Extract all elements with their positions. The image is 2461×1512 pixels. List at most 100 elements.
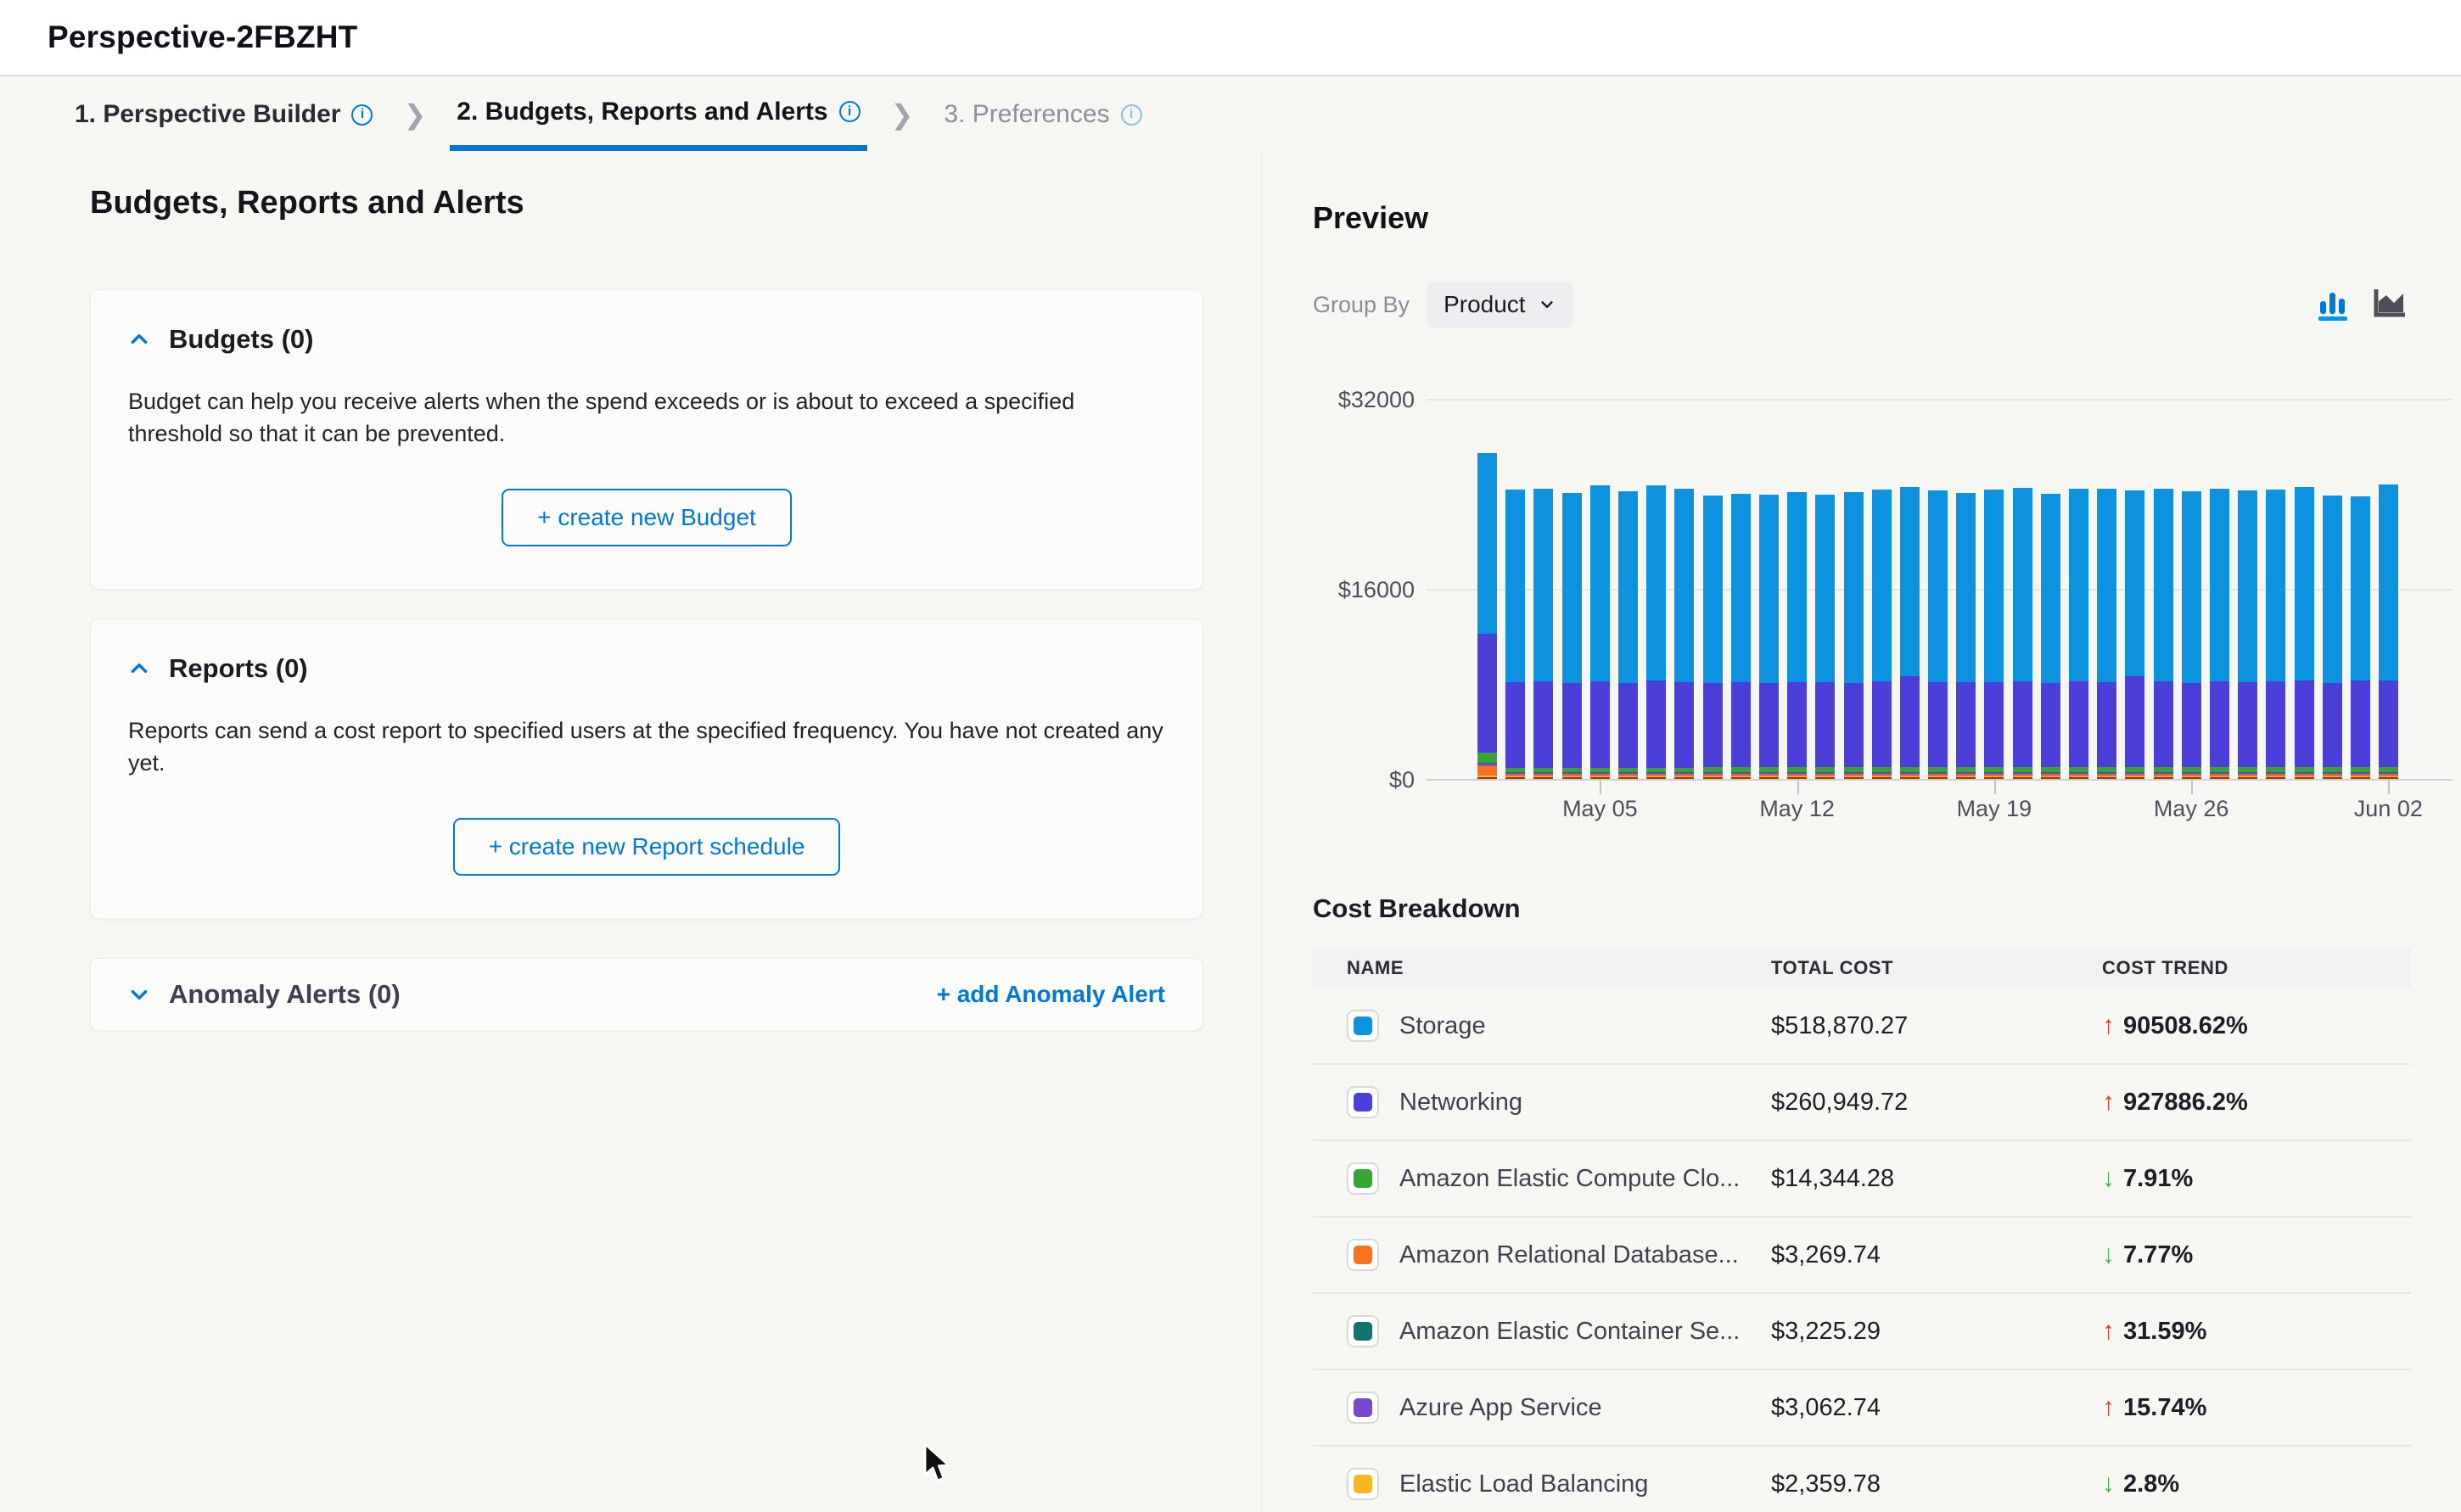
bar-may-04 (1558, 399, 1586, 779)
bar-segment (1787, 682, 1807, 768)
bar-segment (1815, 777, 1835, 779)
bar-segment (1956, 682, 1976, 767)
step-perspective-builder[interactable]: 1. Perspective Builder i (68, 78, 379, 151)
row-cost-trend: ↑90508.62% (2102, 1011, 2411, 1040)
bar-chart-icon[interactable] (2317, 288, 2352, 322)
table-row: Elastic Load Balancing$2,359.78↓2.8% (1313, 1447, 2411, 1512)
bar-segment (1477, 634, 1497, 753)
bar-segment (1928, 777, 1948, 779)
bar-segment (2351, 777, 2370, 779)
name-cell: Networking (1347, 1086, 1771, 1118)
trend-value: 927886.2% (2123, 1089, 2248, 1117)
bar-may-29 (2262, 399, 2290, 779)
bar-segment (1731, 682, 1751, 767)
bar-segment (2182, 491, 2201, 682)
reports-description: Reports can send a cost report to specif… (128, 714, 1165, 779)
bar-segment (2351, 680, 2370, 767)
cost-chart: $32000 $16000 $0 May 05May 12May 19May 2… (1313, 367, 2461, 837)
bar-segment (2295, 487, 2314, 680)
bar-segment (1844, 777, 1864, 779)
trend-up-arrow-icon: ↑ (2102, 1393, 2115, 1422)
step-budgets-reports-alerts[interactable]: 2. Budgets, Reports and Alerts i (450, 78, 866, 151)
groupby-value: Product (1444, 291, 1526, 318)
bar-segment (1618, 491, 1638, 682)
x-axis-tick (1797, 781, 1799, 794)
bar-segment (2097, 777, 2116, 779)
bar-segment (1562, 493, 1582, 683)
table-row: Amazon Elastic Compute Clo...$14,344.28↓… (1313, 1141, 2411, 1218)
bar-segment (1477, 753, 1497, 764)
table-row: Amazon Relational Database...$3,269.74↓7… (1313, 1218, 2411, 1294)
bar-may-21 (2037, 399, 2065, 779)
trend-value: 7.77% (2123, 1241, 2193, 1269)
row-total-cost: $260,949.72 (1771, 1089, 2102, 1117)
bar-may-28 (2234, 399, 2262, 779)
bar-segment (1590, 485, 1610, 681)
bar-segment (1646, 485, 1666, 680)
bar-may-11 (1755, 399, 1783, 779)
bar-may-07 (1642, 399, 1670, 779)
area-chart-icon[interactable] (2371, 288, 2407, 322)
section-heading: Budgets, Reports and Alerts (90, 185, 1203, 221)
bar-may-26 (2178, 399, 2206, 779)
info-icon[interactable]: i (1121, 104, 1142, 126)
column-header: TOTAL COST (1771, 957, 2102, 979)
row-cost-trend: ↓7.77% (2102, 1240, 2411, 1269)
create-report-button[interactable]: + create new Report schedule (453, 818, 841, 876)
bar-may-14 (1839, 399, 1867, 779)
row-total-cost: $3,062.74 (1771, 1394, 2102, 1422)
table-row: Storage$518,870.27↑90508.62% (1313, 988, 2411, 1065)
preview-title: Preview (1313, 200, 2461, 236)
bar-may-13 (1811, 399, 1839, 779)
budgets-card-header[interactable]: Budgets (0) (128, 324, 1165, 355)
bar-segment (1533, 777, 1553, 779)
bar-segment (1815, 495, 1835, 682)
reports-card-header[interactable]: Reports (0) (128, 653, 1165, 684)
row-name: Elastic Load Balancing (1399, 1470, 1648, 1498)
bar-segment (1731, 777, 1751, 779)
anomaly-card-title: Anomaly Alerts (0) (169, 979, 401, 1010)
bar-may-20 (2009, 399, 2037, 779)
series-color-swatch (1347, 1468, 1379, 1500)
chart-type-switcher (2317, 288, 2407, 322)
budgets-card-title: Budgets (0) (169, 324, 314, 355)
bar-may-08 (1670, 399, 1698, 779)
bar-segment (1787, 777, 1807, 779)
bar-segment (1562, 777, 1582, 779)
bar-segment (2323, 683, 2342, 767)
chevron-up-icon (128, 328, 150, 350)
bar-segment (1844, 683, 1864, 767)
row-name: Storage (1399, 1012, 1486, 1040)
main-panel: Budgets, Reports and Alerts Budgets (0) … (90, 151, 1203, 1031)
bar-may-17 (1924, 399, 1952, 779)
bar-may-16 (1896, 399, 1924, 779)
create-budget-button[interactable]: + create new Budget (502, 489, 792, 546)
bar-segment (2266, 681, 2285, 767)
bar-segment (2182, 683, 2201, 767)
bar-segment (2013, 777, 2032, 779)
bar-segment (1674, 489, 1694, 682)
bar-segment (2097, 489, 2116, 682)
bar-segment (2041, 494, 2060, 683)
bar-segment (2351, 496, 2370, 680)
groupby-dropdown[interactable]: Product (1427, 282, 1573, 328)
bar-segment (1590, 777, 1610, 779)
anomaly-card-header[interactable]: Anomaly Alerts (0) (128, 979, 401, 1010)
step-preferences[interactable]: 3. Preferences i (937, 78, 1148, 151)
bar-segment (2069, 777, 2088, 779)
row-cost-trend: ↓2.8% (2102, 1470, 2411, 1498)
bar-segment (2097, 682, 2116, 767)
bar-segment (2238, 490, 2257, 681)
bar-segment (1759, 777, 1779, 779)
info-icon[interactable]: i (839, 101, 861, 122)
trend-down-arrow-icon: ↓ (2102, 1164, 2115, 1193)
bar-segment (1984, 490, 2004, 681)
row-cost-trend: ↑31.59% (2102, 1317, 2411, 1346)
info-icon[interactable]: i (351, 104, 373, 126)
add-anomaly-alert-link[interactable]: + add Anomaly Alert (937, 981, 1165, 1008)
bar-segment (2266, 777, 2285, 779)
row-cost-trend: ↓7.91% (2102, 1164, 2411, 1193)
chevron-right-icon: ❯ (891, 78, 914, 151)
bar-segment (1759, 495, 1779, 683)
bar-may-23 (2093, 399, 2121, 779)
